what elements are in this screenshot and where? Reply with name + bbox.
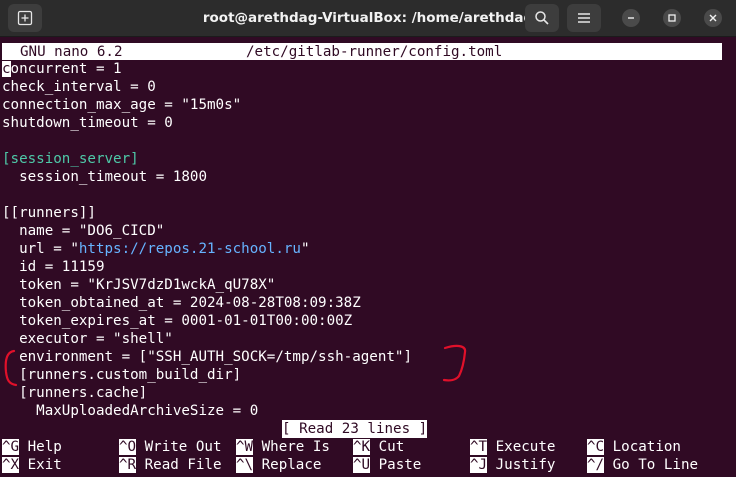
file-line-section-header[interactable]: [session_server] bbox=[0, 150, 736, 168]
shortcut-execute[interactable]: ^T Execute bbox=[470, 438, 555, 456]
file-line-highlighted[interactable]: environment = ["SSH_AUTH_SOCK=/tmp/ssh-a… bbox=[0, 348, 736, 366]
url-link[interactable]: https://repos.21-school.ru bbox=[79, 241, 301, 257]
search-icon bbox=[535, 11, 549, 25]
status-message: [ Read 23 lines ] bbox=[282, 420, 428, 438]
minimize-button[interactable] bbox=[622, 9, 640, 27]
file-line[interactable]: id = 11159 bbox=[0, 258, 736, 276]
shortcut-justify[interactable]: ^J Justify bbox=[470, 456, 555, 474]
shortcut-paste[interactable]: ^U Paste bbox=[353, 456, 421, 474]
close-icon bbox=[709, 14, 717, 22]
file-line[interactable]: connection_max_age = "15m0s" bbox=[0, 96, 736, 114]
text-cursor: c bbox=[2, 61, 11, 77]
terminal-window: root@arethdag-VirtualBox: /home/arethdag bbox=[0, 0, 736, 477]
file-line[interactable]: session_timeout = 1800 bbox=[0, 168, 736, 186]
file-line[interactable]: executor = "shell" bbox=[0, 330, 736, 348]
nano-version: GNU nano 6.2 bbox=[20, 44, 123, 60]
hamburger-menu-icon bbox=[578, 13, 590, 23]
file-line[interactable]: [runners.cache] bbox=[0, 384, 736, 402]
file-line[interactable]: shutdown_timeout = 0 bbox=[0, 114, 736, 132]
shortcut-row-1: ^G Help ^O Write Out ^W Where Is ^K Cut … bbox=[0, 438, 736, 456]
shortcut-where-is[interactable]: ^W Where Is bbox=[236, 438, 330, 456]
file-line[interactable]: token_expires_at = 0001-01-01T00:00:00Z bbox=[0, 312, 736, 330]
nano-header-bar: GNU nano 6.2 /etc/gitlab-runner/config.t… bbox=[2, 43, 722, 60]
nano-filename: /etc/gitlab-runner/config.toml bbox=[246, 44, 503, 60]
nano-status-row: [ Read 23 lines ] bbox=[0, 420, 736, 438]
terminal-content[interactable]: GNU nano 6.2 /etc/gitlab-runner/config.t… bbox=[0, 43, 736, 474]
file-line[interactable] bbox=[0, 132, 736, 150]
minimize-icon bbox=[628, 17, 634, 19]
title-bar: root@arethdag-VirtualBox: /home/arethdag bbox=[0, 0, 736, 37]
file-line[interactable] bbox=[0, 186, 736, 204]
file-line[interactable]: token = "KrJSV7dzD1wckA_qU78X" bbox=[0, 276, 736, 294]
shortcut-cut[interactable]: ^K Cut bbox=[353, 438, 404, 456]
maximize-button[interactable] bbox=[663, 9, 681, 27]
shortcut-read-file[interactable]: ^R Read File bbox=[119, 456, 222, 474]
shortcut-exit[interactable]: ^X Exit bbox=[2, 456, 62, 474]
file-line[interactable]: check_interval = 0 bbox=[0, 78, 736, 96]
file-line[interactable]: MaxUploadedArchiveSize = 0 bbox=[0, 402, 736, 420]
shortcut-go-to-line[interactable]: ^/ Go To Line bbox=[587, 456, 698, 474]
shortcut-location[interactable]: ^C Location bbox=[587, 438, 681, 456]
file-line[interactable]: token_obtained_at = 2024-08-28T08:09:38Z bbox=[0, 294, 736, 312]
shortcut-help[interactable]: ^G Help bbox=[2, 438, 62, 456]
shortcut-write-out[interactable]: ^O Write Out bbox=[119, 438, 222, 456]
maximize-icon bbox=[668, 14, 676, 22]
file-line[interactable]: [runners.custom_build_dir] bbox=[0, 366, 736, 384]
search-button[interactable] bbox=[525, 4, 559, 32]
file-line-url[interactable]: url = "https://repos.21-school.ru" bbox=[0, 240, 736, 258]
menu-button[interactable] bbox=[567, 4, 601, 32]
file-line[interactable]: concurrent = 1 bbox=[0, 60, 736, 78]
file-line[interactable]: name = "DO6_CICD" bbox=[0, 222, 736, 240]
close-button[interactable] bbox=[704, 9, 722, 27]
shortcut-row-2: ^X Exit ^R Read File ^\ Replace ^U Paste… bbox=[0, 456, 736, 474]
file-line[interactable]: [[runners]] bbox=[0, 204, 736, 222]
shortcut-replace[interactable]: ^\ Replace bbox=[236, 456, 321, 474]
